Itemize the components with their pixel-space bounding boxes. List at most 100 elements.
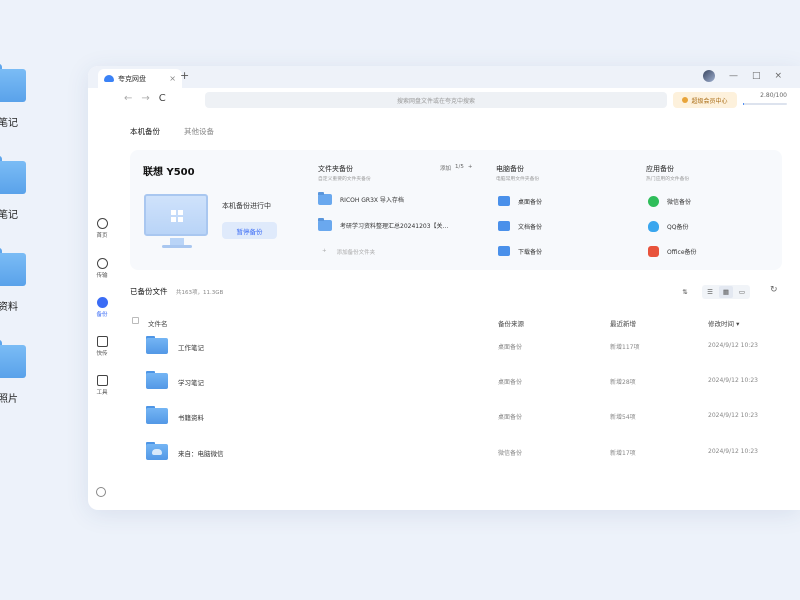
pc-backup-subtitle: 电脑常用文件夹备份 [496,177,540,182]
avatar[interactable] [702,70,715,82]
desktop-folder-icon[interactable]: 籍资料 [0,248,42,328]
sidebar-item-label: 首页 [96,233,108,239]
file-latest: 新增17项 [610,450,636,457]
folder-backup-item[interactable]: 考研学习资料整理汇总20241203【关... [318,218,448,231]
backup-status: 本机备份进行中 [222,202,271,210]
folder-icon [318,192,332,205]
file-latest: 新增117项 [610,344,640,351]
back-arrow-icon[interactable]: ← [124,93,132,104]
file-source: 桌面备份 [498,344,523,351]
add-folder-button[interactable]: + 添加备份文件夹 [322,248,375,256]
desktop-icon [498,196,510,206]
file-source: 微信备份 [498,450,523,457]
app-backup-item-label: QQ备份 [667,224,689,231]
plus-icon: + [322,248,327,254]
folder-add-control[interactable]: 添加 1/5 + [440,164,472,172]
folder-icon [318,218,332,231]
view-tools: ⇅ ☰ ▦ ▭ [678,285,750,299]
header-modified[interactable]: 修改时间 ▾ [708,318,739,328]
pc-backup-item-label: 下载备份 [518,248,543,256]
close-button[interactable]: × [774,71,782,81]
list-view-icon[interactable]: ☰ [703,286,717,298]
table-row[interactable]: 工作笔记 桌面备份 新增117项 2024/9/12 10:23 [130,330,760,364]
desktop-folder-icon[interactable]: 习笔记 [0,156,42,236]
table-row[interactable]: 学习笔记 桌面备份 新增28项 2024/9/12 10:23 [130,365,760,399]
desktop-folder-label: 作笔记 [0,118,18,129]
file-name: 来自：电脑微信 [178,450,224,458]
office-icon [648,246,659,257]
pause-backup-button[interactable]: 暂停备份 [222,222,277,239]
app-backup-item[interactable]: Office备份 [648,246,697,257]
pc-backup-item[interactable]: 下载备份 [498,246,542,256]
storage-bar [743,103,787,105]
backed-up-files-count: 共163项，11.3GB [176,290,224,296]
plus-icon[interactable]: + [468,164,473,172]
document-icon [498,221,510,231]
grid-view-icon[interactable]: ▦ [719,286,733,298]
desktop-folder-icon[interactable]: 拍照片 [0,340,42,420]
search-input[interactable]: 搜索网盘文件或在夸克中搜索 [205,92,667,108]
file-modified: 2024/9/12 10:23 [708,448,758,455]
maximize-button[interactable]: □ [752,71,761,81]
reload-icon[interactable]: C [159,93,166,104]
cloud-logo-icon [104,75,114,82]
file-latest: 新增28项 [610,379,636,386]
pc-backup-item[interactable]: 文档备份 [498,221,542,231]
monitor-icon [144,194,208,236]
file-name: 工作笔记 [178,344,204,352]
sidebar-item-label: 快传 [96,351,108,357]
app-backup-item[interactable]: 微信备份 [648,196,691,207]
pc-backup-item[interactable]: 桌面备份 [498,196,542,206]
desktop-folder-label: 拍照片 [0,394,18,405]
vip-center-button[interactable]: 超级会员中心 [673,92,737,108]
backup-card: 联想 Y500 本机备份进行中 暂停备份 文件夹备份 自定义重要的文件夹备份 添… [130,150,782,270]
sidebar-item-tools[interactable]: 工具 [88,375,116,396]
sort-icon[interactable]: ⇅ [678,286,692,298]
tab-local-backup[interactable]: 本机备份 [130,126,160,137]
vip-badge-icon [682,97,689,103]
desktop-folder-icon[interactable]: 作笔记 [0,64,42,144]
file-source: 桌面备份 [498,414,523,421]
app-backup-title: 应用备份 [646,165,674,173]
backup-icon [96,297,108,308]
header-latest[interactable]: 最近新增 [610,318,636,328]
title-bar: 夸克网盘 × + — □ × [88,66,800,88]
file-modified: 2024/9/12 10:23 [708,377,758,384]
sidebar-item-send[interactable]: 快传 [88,336,116,357]
app-backup-item-label: 微信备份 [667,199,692,206]
browser-tab[interactable]: 夸克网盘 × [98,69,182,88]
pc-backup-title: 电脑备份 [496,165,524,173]
tab-title: 夸克网盘 [118,74,146,83]
table-row[interactable]: 书籍资料 桌面备份 新增54项 2024/9/12 10:23 [130,400,760,434]
minimize-button[interactable]: — [729,71,738,81]
table-row[interactable]: 来自：电脑微信 微信备份 新增17项 2024/9/12 10:23 [130,436,760,470]
sidebar-item-home[interactable]: 首页 [88,218,116,239]
tools-icon [96,375,108,386]
select-all-checkbox[interactable] [132,317,139,324]
refresh-icon[interactable]: ↻ [770,285,778,295]
file-name: 书籍资料 [178,414,204,422]
folder-backup-item[interactable]: RICOH GR3X 导入存档 [318,192,404,205]
cloud-folder-icon [146,442,168,460]
preview-view-icon[interactable]: ▭ [735,286,749,298]
tab-other-devices[interactable]: 其他设备 [184,126,214,137]
nav-bar: ← → C 搜索网盘文件或在夸克中搜索 超级会员中心 2.80/100 [88,88,800,112]
new-tab-button[interactable]: + [180,69,189,82]
header-source[interactable]: 备份来源 [498,318,524,328]
sidebar-item-transfer[interactable]: 传输 [88,258,116,279]
forward-arrow-icon[interactable]: → [141,93,149,104]
qq-icon [648,221,659,232]
header-filename[interactable]: 文件名 [148,318,168,328]
add-label: 添加 [440,166,452,172]
send-icon [96,336,108,347]
vip-center-label: 超级会员中心 [691,97,728,105]
sidebar-item-backup[interactable]: 备份 [88,297,116,318]
app-backup-item[interactable]: QQ备份 [648,221,688,232]
close-tab-icon[interactable]: × [169,74,176,83]
home-icon [96,218,108,229]
desktop-folder-label: 习笔记 [0,210,18,221]
sidebar: 首页 传输 备份 快传 工具 [88,112,116,510]
folder-icon [146,406,168,424]
storage-usage: 2.80/100 [760,92,787,99]
plus-circle-icon[interactable] [96,487,106,497]
